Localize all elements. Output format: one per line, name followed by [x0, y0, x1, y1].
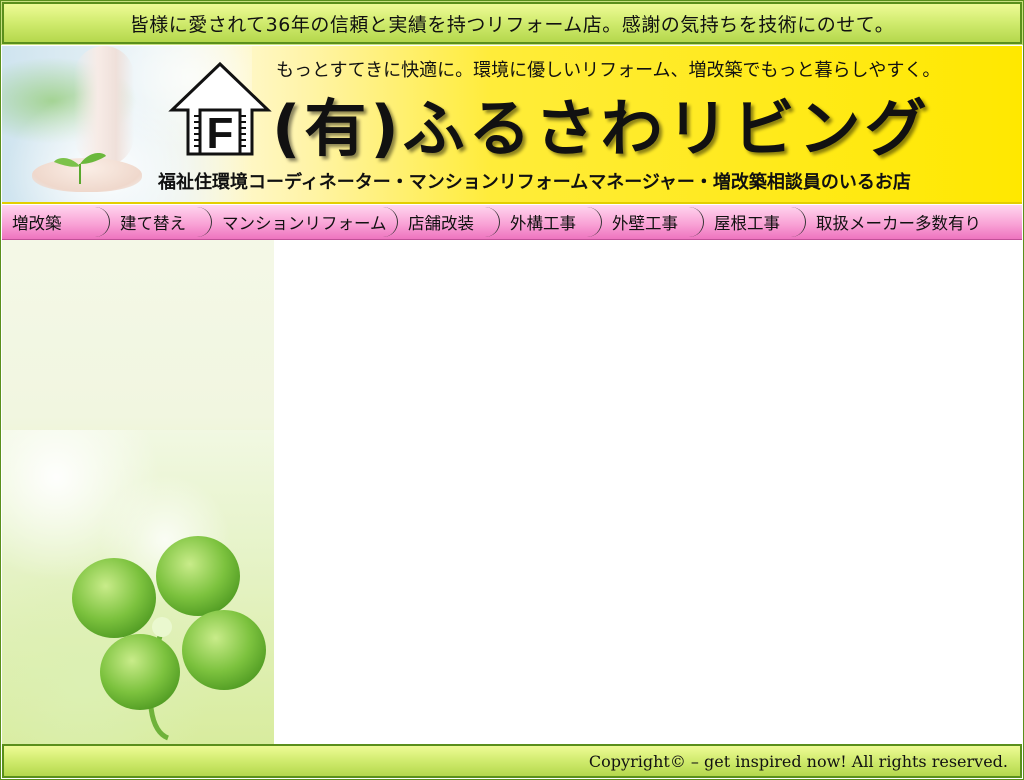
- top-tagline-bar: 皆様に愛されて36年の信頼と実績を持つリフォーム店。感謝の気持ちを技術にのせて。: [1, 1, 1023, 45]
- header-credentials: 福祉住環境コーディネーター・マンションリフォームマネージャー・増改築相談員のいる…: [158, 172, 911, 193]
- copyright-text: Copyright© – get inspired now! All right…: [588, 751, 1008, 771]
- company-name: (有)ふるさわリビング: [272, 92, 931, 165]
- nav-item-makers[interactable]: 取扱メーカー多数有り: [806, 205, 1022, 239]
- four-leaf-clover-icon: [72, 536, 266, 741]
- main-content: [274, 240, 1022, 744]
- house-logo-icon: F: [168, 61, 272, 158]
- footer: Copyright© – get inspired now! All right…: [2, 744, 1022, 778]
- nav-item-label: 外壁工事: [612, 214, 678, 233]
- header: もっとすてきに快適に。環境に優しいリフォーム、増改築でもっと暮らしやすく。 F …: [2, 46, 1022, 204]
- nav-item-label: 店舗改装: [408, 214, 474, 233]
- sidebar: [2, 240, 275, 744]
- nav-item-yane-kouji[interactable]: 屋根工事: [704, 205, 806, 239]
- nav-item-tatekae[interactable]: 建て替え: [110, 205, 212, 239]
- nav-item-label: 外構工事: [510, 214, 576, 233]
- nav-item-label: 取扱メーカー多数有り: [816, 214, 981, 233]
- nav-item-label: 増改築: [12, 214, 62, 233]
- nav-item-mansion-reform[interactable]: マンションリフォーム: [212, 205, 398, 239]
- nav-item-gaiheki-kouji[interactable]: 外壁工事: [602, 205, 704, 239]
- logo-letter: F: [207, 109, 234, 158]
- nav-item-tenpo-kaisou[interactable]: 店舗改装: [398, 205, 500, 239]
- nav-item-label: マンションリフォーム: [222, 214, 387, 233]
- sprout-icon: [54, 153, 106, 184]
- nav-item-gaikou-kouji[interactable]: 外構工事: [500, 205, 602, 239]
- nav-item-zoukaichiku[interactable]: 増改築: [2, 205, 110, 239]
- tagline-text: 皆様に愛されて36年の信頼と実績を持つリフォーム店。感謝の気持ちを技術にのせて。: [129, 13, 895, 36]
- nav-item-label: 建て替え: [120, 214, 186, 233]
- nav-item-label: 屋根工事: [714, 214, 780, 233]
- main-nav: 増改築 建て替え マンションリフォーム 店舗改装 外構工事 外壁工事 屋根工事 …: [2, 204, 1022, 240]
